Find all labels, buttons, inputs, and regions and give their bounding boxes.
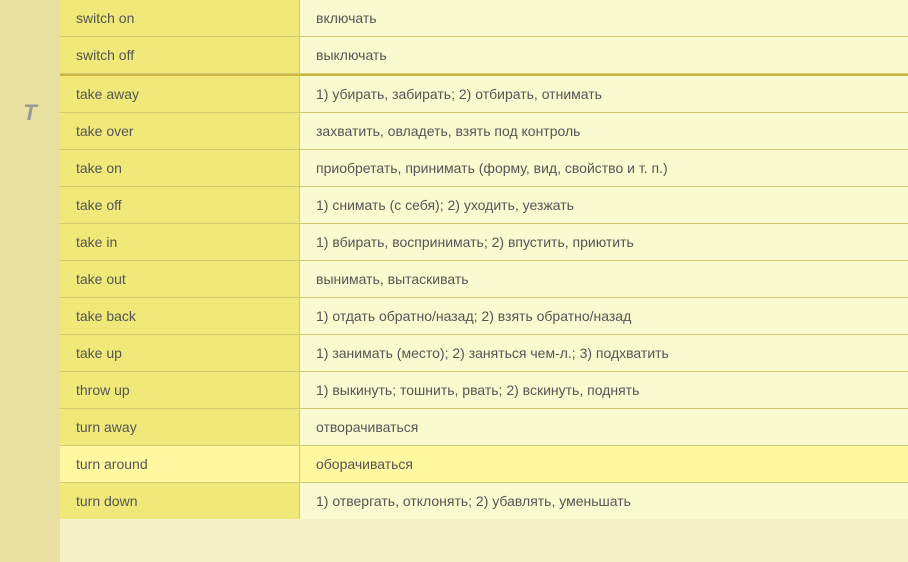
phrase-russian-turn-down: 1) отвергать, отклонять; 2) убавлять, ум… <box>300 483 908 519</box>
phrase-english-switch-off: switch off <box>60 37 300 73</box>
phrase-english-turn-down: turn down <box>60 483 300 519</box>
phrase-english-take-back: take back <box>60 298 300 334</box>
phrase-row[interactable]: take back1) отдать обратно/назад; 2) взя… <box>60 298 908 335</box>
phrase-row[interactable]: turn down1) отвергать, отклонять; 2) уба… <box>60 483 908 519</box>
phrase-russian-throw-up: 1) выкинуть; тошнить, рвать; 2) вскинуть… <box>300 372 908 408</box>
phrase-russian-take-away: 1) убирать, забирать; 2) отбирать, отним… <box>300 76 908 112</box>
phrase-row[interactable]: take outвынимать, вытаскивать <box>60 261 908 298</box>
phrase-russian-switch-off: выключать <box>300 37 908 73</box>
phrase-russian-take-back: 1) отдать обратно/назад; 2) взять обратн… <box>300 298 908 334</box>
phrase-english-take-over: take over <box>60 113 300 149</box>
phrase-english-take-on: take on <box>60 150 300 186</box>
phrase-english-take-up: take up <box>60 335 300 371</box>
phrase-row[interactable]: take overзахватить, овладеть, взять под … <box>60 113 908 150</box>
phrase-english-take-off: take off <box>60 187 300 223</box>
phrase-english-take-away: take away <box>60 76 300 112</box>
phrase-row[interactable]: take off1) снимать (с себя); 2) уходить,… <box>60 187 908 224</box>
phrase-english-throw-up: throw up <box>60 372 300 408</box>
phrase-row[interactable]: take onприобретать, принимать (форму, ви… <box>60 150 908 187</box>
phrase-english-take-out: take out <box>60 261 300 297</box>
phrase-row[interactable]: switch onвключать <box>60 0 908 37</box>
phrase-row[interactable]: take up1) занимать (место); 2) заняться … <box>60 335 908 372</box>
phrase-table: switch onвключатьswitch offвыключатьtake… <box>60 0 908 519</box>
phrase-row[interactable]: take in1) вбирать, воспринимать; 2) впус… <box>60 224 908 261</box>
phrase-row[interactable]: take away1) убирать, забирать; 2) отбира… <box>60 74 908 113</box>
phrase-russian-take-on: приобретать, принимать (форму, вид, свой… <box>300 150 908 186</box>
phrase-russian-turn-away: отворачиваться <box>300 409 908 445</box>
phrase-english-switch-on: switch on <box>60 0 300 36</box>
content-area: switch onвключатьswitch offвыключатьtake… <box>60 0 908 562</box>
phrase-row[interactable]: turn awayотворачиваться <box>60 409 908 446</box>
phrase-russian-turn-around: оборачиваться <box>300 446 908 482</box>
phrase-row[interactable]: turn aroundоборачиваться <box>60 446 908 483</box>
phrase-english-take-in: take in <box>60 224 300 260</box>
phrase-russian-take-off: 1) снимать (с себя); 2) уходить, уезжать <box>300 187 908 223</box>
letter-marker: T <box>23 100 36 126</box>
phrase-russian-switch-on: включать <box>300 0 908 36</box>
phrase-russian-take-in: 1) вбирать, воспринимать; 2) впустить, п… <box>300 224 908 260</box>
page-wrapper: T switch onвключатьswitch offвыключатьta… <box>0 0 908 562</box>
phrase-english-turn-around: turn around <box>60 446 300 482</box>
phrase-row[interactable]: switch offвыключать <box>60 37 908 74</box>
phrase-russian-take-out: вынимать, вытаскивать <box>300 261 908 297</box>
letter-sidebar: T <box>0 0 60 562</box>
phrase-russian-take-up: 1) занимать (место); 2) заняться чем-л.;… <box>300 335 908 371</box>
phrase-english-turn-away: turn away <box>60 409 300 445</box>
phrase-row[interactable]: throw up1) выкинуть; тошнить, рвать; 2) … <box>60 372 908 409</box>
phrase-russian-take-over: захватить, овладеть, взять под контроль <box>300 113 908 149</box>
